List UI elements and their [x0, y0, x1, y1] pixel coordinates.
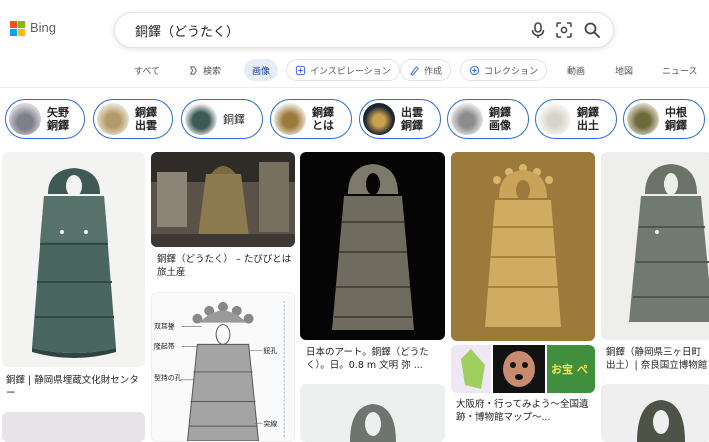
brand-name: Bing — [30, 20, 57, 35]
related-chip[interactable]: 銅鐸 — [181, 99, 263, 139]
related-chip[interactable]: 中根 銅鐸 — [623, 99, 705, 139]
tab-collections[interactable]: コレクション — [460, 59, 548, 81]
tab-create[interactable]: 作成 — [400, 59, 452, 81]
chip-label: 矢野 銅鐸 — [47, 106, 69, 132]
chip-label: 銅鐸 — [223, 112, 245, 126]
bronze-bell-image — [637, 400, 685, 442]
chip-thumbnail — [451, 103, 483, 135]
tab-inspiration[interactable]: インスピレーション — [286, 59, 400, 81]
bell-diagram-image: 双耳鋬 隆起帯 型持の孔 鈕孔 突線 — [152, 293, 294, 441]
bronze-bell-image — [601, 152, 709, 340]
vertical-tabs: すべて 検索 画像 インスピレーション 作成 コレクション 動画 地図 ニュース — [0, 59, 709, 81]
chip-thumbnail — [627, 103, 659, 135]
visual-search-icon[interactable] — [555, 21, 573, 39]
tab-label: インスピレーション — [310, 66, 391, 77]
result-caption[interactable]: 銅鐸（静岡県三ヶ日町出土）| 奈良国立博物館 — [606, 346, 709, 372]
search-input[interactable]: 銅鐸（どうたく） — [135, 21, 239, 40]
result-caption[interactable]: 銅鐸（どうたく） – たびびとは旅土産 — [157, 253, 295, 279]
tab-label: すべて — [134, 66, 161, 77]
tab-images[interactable]: 画像 — [244, 59, 279, 81]
bronze-bell-image — [2, 152, 145, 367]
header-divider — [0, 87, 709, 88]
tab-all[interactable]: すべて — [134, 59, 160, 81]
chip-thumbnail — [539, 103, 571, 135]
search-icon[interactable] — [583, 21, 601, 39]
diagram-label: 突線 — [263, 419, 277, 428]
microsoft-logo-icon — [10, 20, 25, 36]
related-chip[interactable]: 銅鐸 出雲 — [93, 99, 173, 139]
chip-label: 銅鐸 出土 — [577, 106, 599, 132]
tab-label: 地図 — [615, 66, 634, 77]
chip-thumbnail — [97, 103, 129, 135]
copilot-icon — [189, 65, 197, 75]
tab-label: コレクション — [484, 66, 539, 77]
museum-map-image: お宝 ぺ — [451, 345, 595, 393]
related-chip[interactable]: 矢野 銅鐸 — [5, 99, 85, 139]
tab-maps[interactable]: 地図 — [615, 59, 633, 81]
diagram-label: 双耳鋬 — [154, 322, 175, 331]
sparkle-icon — [295, 65, 306, 75]
diagram-label: 隆起帯 — [154, 341, 175, 350]
related-chip[interactable]: 銅鐸 とは — [270, 99, 352, 139]
museum-display-image — [151, 152, 295, 247]
result-image[interactable] — [2, 152, 145, 367]
chip-thumbnail — [274, 103, 306, 135]
result-image[interactable] — [300, 384, 445, 442]
bronze-bell-image — [300, 152, 445, 340]
result-image[interactable]: 双耳鋬 隆起帯 型持の孔 鈕孔 突線 — [151, 292, 295, 442]
banner-text: お宝 ぺ — [551, 362, 588, 376]
result-image[interactable] — [2, 412, 145, 442]
tab-label: 動画 — [567, 66, 586, 77]
chip-thumbnail — [9, 103, 41, 135]
tab-search[interactable]: 検索 — [188, 59, 221, 81]
collection-icon — [469, 65, 480, 75]
tab-label: 作成 — [424, 66, 443, 77]
create-icon — [410, 65, 419, 76]
bronze-bell-image — [350, 404, 396, 442]
search-box[interactable]: 銅鐸（どうたく） — [114, 12, 614, 48]
tab-news[interactable]: ニュース — [662, 59, 698, 81]
chip-label: 中根 銅鐸 — [665, 106, 687, 132]
chip-label: 銅鐸 とは — [312, 106, 334, 132]
diagram-label: 型持の孔 — [154, 373, 182, 382]
golden-bell-image — [451, 152, 595, 341]
chip-label: 銅鐸 画像 — [489, 106, 511, 132]
result-image[interactable]: お宝 ぺ — [451, 345, 595, 393]
result-image[interactable] — [601, 152, 709, 340]
chip-thumbnail — [363, 103, 395, 135]
result-image[interactable] — [451, 152, 595, 341]
result-caption[interactable]: 大阪府・行ってみよう～全国遺跡・博物館マップ～... — [456, 398, 594, 424]
result-caption[interactable]: 日本のアート。銅鐸（どうたく）。日。0.8 m 文明 弥 ... — [306, 346, 444, 372]
chip-label: 銅鐸 出雲 — [135, 106, 157, 132]
bing-logo[interactable]: Bing — [10, 20, 57, 36]
result-image[interactable] — [151, 152, 295, 247]
tab-label: ニュース — [662, 66, 698, 77]
related-chip[interactable]: 出雲 銅鐸 — [359, 99, 441, 139]
tab-videos[interactable]: 動画 — [567, 59, 585, 81]
result-caption[interactable]: 銅鐸 | 静岡県埋蔵文化財センター — [6, 374, 144, 400]
chip-thumbnail — [185, 103, 217, 135]
result-image[interactable] — [300, 152, 445, 340]
related-chip[interactable]: 銅鐸 出土 — [535, 99, 617, 139]
result-image[interactable] — [601, 384, 709, 442]
microphone-icon[interactable] — [529, 21, 547, 39]
tab-label: 画像 — [252, 66, 271, 77]
tab-label: 検索 — [203, 66, 222, 77]
diagram-label: 鈕孔 — [263, 346, 277, 355]
chip-label: 出雲 銅鐸 — [401, 106, 423, 132]
related-chip[interactable]: 銅鐸 画像 — [447, 99, 529, 139]
